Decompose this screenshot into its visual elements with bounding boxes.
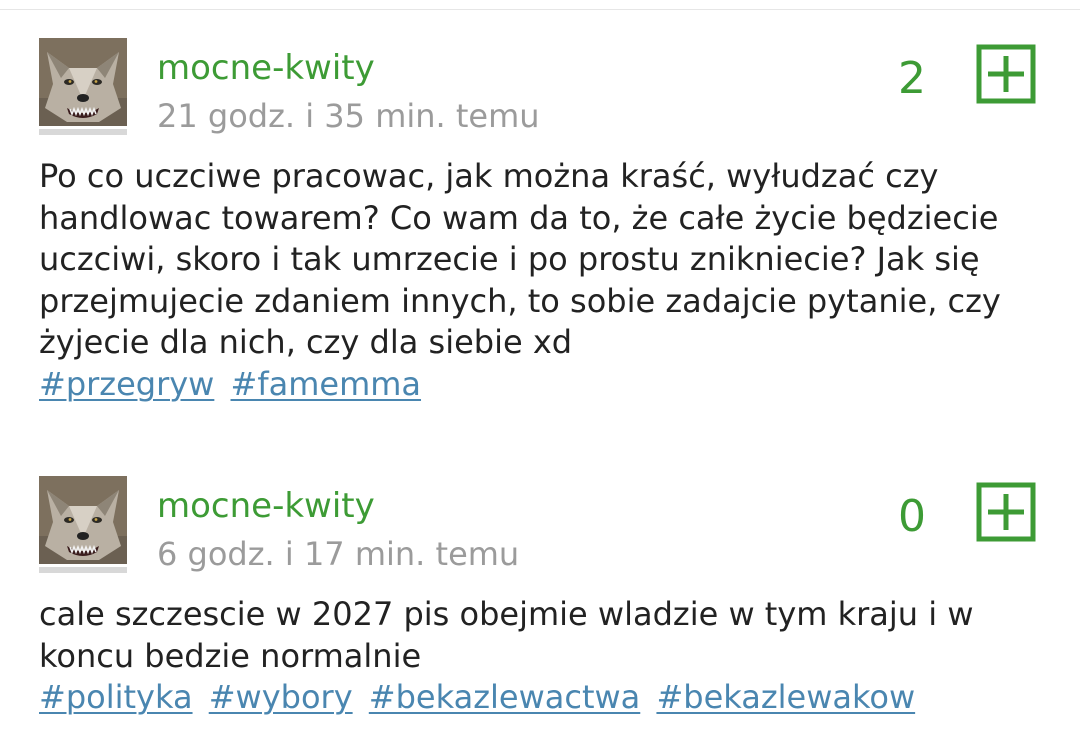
avatar-underline [39,567,127,573]
upvote-button[interactable] [976,482,1036,542]
wolf-avatar-icon [39,476,127,564]
tag-list: #polityka #wybory #bekazlewactwa #bekazl… [39,677,921,719]
plus-square-icon [976,44,1036,104]
post-body: cale szczescie w 2027 pis obejmie wladzi… [39,595,974,675]
tag-link[interactable]: #wybory [209,678,353,716]
tag-link[interactable]: #przegryw [39,365,214,403]
plus-square-icon [976,482,1036,542]
post-body: Po co uczciwe pracowac, jak można kraść,… [39,157,1001,361]
wolf-avatar-icon [39,38,127,126]
post-timestamp: 21 godz. i 35 min. temu [157,97,540,135]
tag-link[interactable]: #famemma [231,365,422,403]
tag-list: #przegryw #famemma [39,364,427,406]
vote-count: 0 [898,491,926,542]
user-avatar[interactable] [39,476,127,564]
tag-link[interactable]: #bekazlewactwa [369,678,640,716]
upvote-button[interactable] [976,44,1036,104]
username-link[interactable]: mocne-kwity [157,48,375,88]
tag-link[interactable]: #bekazlewakow [656,678,915,716]
vote-count: 2 [898,53,926,104]
top-divider [0,9,1080,10]
username-link[interactable]: mocne-kwity [157,486,375,526]
user-avatar[interactable] [39,38,127,126]
post-timestamp: 6 godz. i 17 min. temu [157,535,520,573]
tag-link[interactable]: #polityka [39,678,193,716]
avatar-underline [39,129,127,135]
